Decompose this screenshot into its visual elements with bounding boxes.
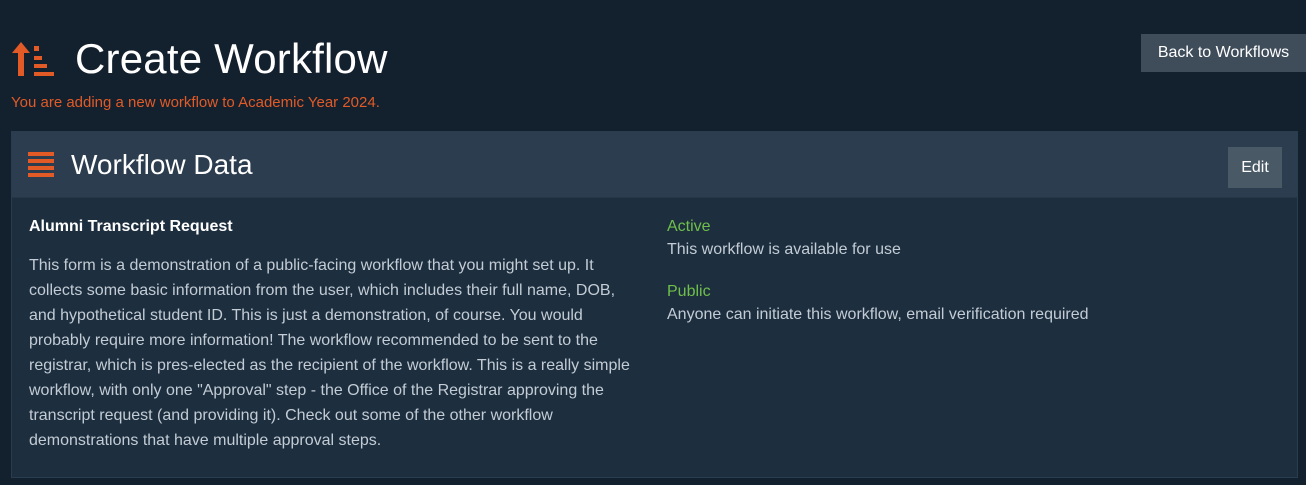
workflow-name: Alumni Transcript Request (29, 218, 233, 235)
status-public: Public Anyone can initiate this workflow… (667, 281, 1267, 326)
workflow-description: This form is a demonstration of a public… (29, 257, 630, 449)
back-to-workflows-button[interactable]: Back to Workflows (1141, 34, 1306, 72)
workflow-data-panel: Workflow Data Edit Alumni Transcript Req… (11, 131, 1298, 478)
page-title: Create Workflow (75, 35, 388, 82)
status-active: Active This workflow is available for us… (667, 216, 1267, 261)
workflow-details: Alumni Transcript Request This form is a… (29, 216, 639, 453)
panel-header: Workflow Data Edit (12, 132, 1297, 198)
panel-title: Workflow Data (71, 149, 253, 180)
page-subtitle: You are adding a new workflow to Academi… (11, 94, 380, 111)
edit-button[interactable]: Edit (1228, 147, 1282, 188)
workflow-status: Active This workflow is available for us… (667, 216, 1267, 326)
status-text: Anyone can initiate this workflow, email… (667, 306, 1089, 323)
create-workflow-page: Create Workflow You are adding a new wor… (0, 0, 1306, 485)
sort-up-list-icon (12, 42, 54, 76)
status-label: Public (667, 283, 711, 300)
list-bars-icon (28, 152, 54, 177)
status-text: This workflow is available for use (667, 241, 901, 258)
status-label: Active (667, 218, 711, 235)
